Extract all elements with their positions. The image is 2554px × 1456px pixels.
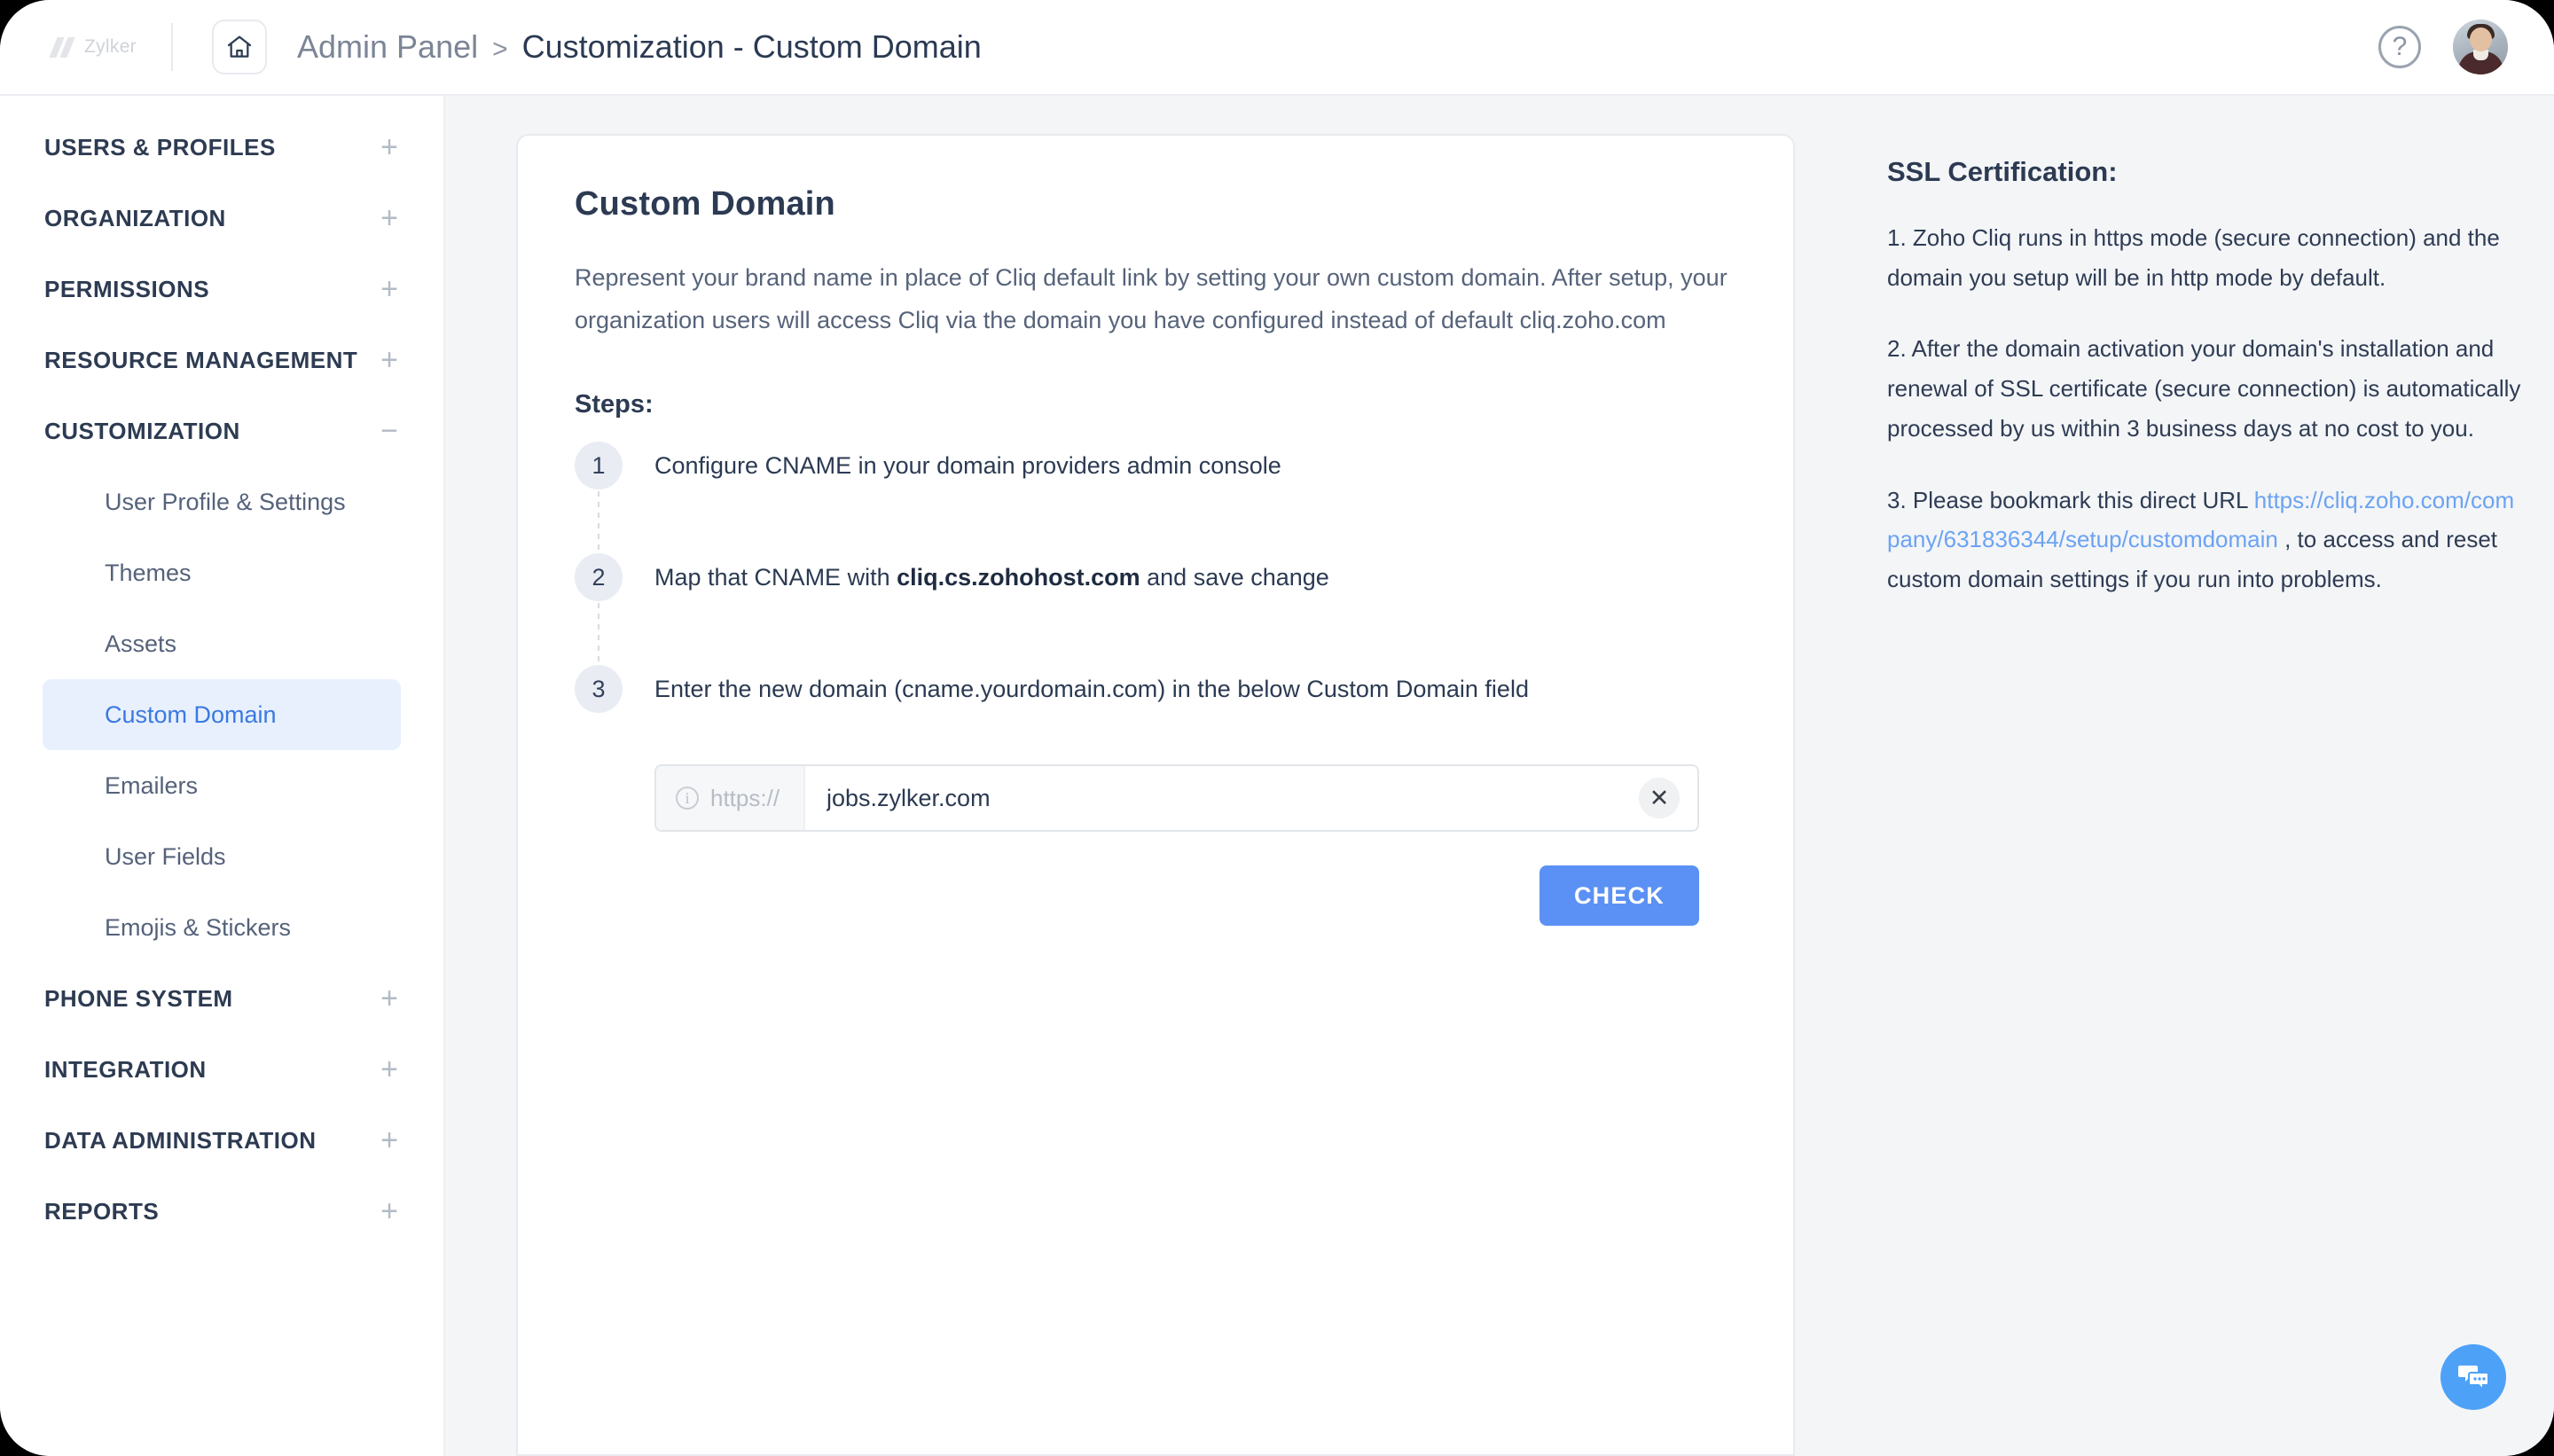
- check-button[interactable]: CHECK: [1539, 865, 1699, 926]
- sidebar-item-themes[interactable]: Themes: [43, 537, 401, 608]
- sidebar-group-customization[interactable]: CUSTOMIZATION −: [0, 395, 443, 466]
- help-circle-icon[interactable]: ?: [2378, 26, 2421, 68]
- sidebar: USERS & PROFILES + ORGANIZATION + PERMIS…: [0, 96, 445, 1456]
- custom-domain-card: Custom Domain Represent your brand name …: [516, 134, 1795, 1456]
- plus-icon: +: [378, 1196, 401, 1226]
- top-bar: Zylker Admin Panel > Customization - Cus…: [0, 0, 2554, 96]
- sidebar-group-permissions[interactable]: PERMISSIONS +: [0, 254, 443, 325]
- step-row: 1 Configure CNAME in your domain provide…: [575, 442, 1736, 553]
- ssl-certification-panel: SSL Certification: 1. Zoho Cliq runs in …: [1887, 156, 2554, 631]
- step-text: Configure CNAME in your domain providers…: [654, 442, 1281, 489]
- breadcrumb-separator: >: [492, 35, 508, 65]
- sidebar-item-label: User Profile & Settings: [105, 489, 346, 516]
- sidebar-group-label: PERMISSIONS: [44, 276, 209, 303]
- sidebar-item-label: User Fields: [105, 843, 226, 871]
- step-row: 3 Enter the new domain (cname.yourdomain…: [575, 665, 1736, 727]
- step-cname-value: cliq.cs.zohohost.com: [897, 564, 1140, 591]
- sidebar-group-label: REPORTS: [44, 1198, 159, 1225]
- ssl-item-3: 3. Please bookmark this direct URL https…: [1887, 481, 2526, 599]
- step-number-badge: 1: [575, 442, 623, 489]
- plus-icon: +: [378, 132, 401, 162]
- steps-list: 1 Configure CNAME in your domain provide…: [575, 442, 1736, 727]
- sidebar-item-label: Emailers: [105, 772, 198, 800]
- sidebar-item-emojis-stickers[interactable]: Emojis & Stickers: [43, 892, 401, 963]
- plus-icon: +: [378, 1054, 401, 1084]
- sidebar-item-label: Custom Domain: [105, 701, 277, 729]
- sidebar-group-label: DATA ADMINISTRATION: [44, 1127, 317, 1155]
- step-number-badge: 3: [575, 665, 623, 713]
- breadcrumb-admin-panel[interactable]: Admin Panel: [297, 28, 478, 66]
- sidebar-group-resource-management[interactable]: RESOURCE MANAGEMENT +: [0, 325, 443, 395]
- sidebar-group-integration[interactable]: INTEGRATION +: [0, 1034, 443, 1105]
- check-button-row: CHECK: [654, 865, 1699, 926]
- breadcrumb-current: Customization - Custom Domain: [522, 28, 982, 66]
- sidebar-group-label: INTEGRATION: [44, 1056, 207, 1084]
- step-text: Enter the new domain (cname.yourdomain.c…: [654, 665, 1529, 713]
- step-text-after: and save change: [1140, 564, 1329, 591]
- step-text: Map that CNAME with cliq.cs.zohohost.com…: [654, 553, 1329, 601]
- avatar-face: [2470, 27, 2492, 51]
- sidebar-item-custom-domain[interactable]: Custom Domain: [43, 679, 401, 750]
- step-connector-line: [598, 603, 599, 665]
- topbar-divider: [171, 23, 173, 71]
- sidebar-item-assets[interactable]: Assets: [43, 608, 401, 679]
- sidebar-item-label: Assets: [105, 630, 176, 658]
- sidebar-group-data-administration[interactable]: DATA ADMINISTRATION +: [0, 1105, 443, 1176]
- home-icon: [224, 33, 255, 61]
- sidebar-group-phone-system[interactable]: PHONE SYSTEM +: [0, 963, 443, 1034]
- brand-name: Zylker: [84, 36, 137, 58]
- sidebar-item-user-fields[interactable]: User Fields: [43, 821, 401, 892]
- info-icon: i: [676, 787, 699, 810]
- sidebar-group-label: CUSTOMIZATION: [44, 418, 240, 445]
- step-number-badge: 2: [575, 553, 623, 601]
- home-button[interactable]: [212, 20, 267, 74]
- user-avatar[interactable]: [2453, 20, 2508, 74]
- sidebar-item-user-profile-settings[interactable]: User Profile & Settings: [43, 466, 401, 537]
- field-prefix: i https://: [656, 766, 805, 830]
- plus-icon: +: [378, 203, 401, 233]
- custom-domain-field-wrapper: i https:// ✕ CHECK: [654, 764, 1736, 926]
- ssl-item-2: 2. After the domain activation your doma…: [1887, 329, 2526, 448]
- clear-icon[interactable]: ✕: [1639, 778, 1680, 818]
- step-connector-line: [598, 491, 599, 553]
- sidebar-item-label: Themes: [105, 560, 192, 587]
- sidebar-group-label: PHONE SYSTEM: [44, 985, 233, 1013]
- https-prefix-label: https://: [710, 785, 780, 812]
- chat-widget-button[interactable]: [2440, 1344, 2506, 1410]
- steps-heading: Steps:: [575, 390, 1736, 419]
- sidebar-group-reports[interactable]: REPORTS +: [0, 1176, 443, 1247]
- sidebar-item-emailers[interactable]: Emailers: [43, 750, 401, 821]
- ssl-item-1: 1. Zoho Cliq runs in https mode (secure …: [1887, 218, 2526, 297]
- ssl-item-3-before: 3. Please bookmark this direct URL: [1887, 487, 2254, 513]
- sidebar-item-label: Emojis & Stickers: [105, 914, 291, 942]
- ssl-panel-title: SSL Certification:: [1887, 156, 2526, 188]
- content-area: Custom Domain Represent your brand name …: [445, 96, 2554, 1456]
- app-window: Zylker Admin Panel > Customization - Cus…: [0, 0, 2554, 1456]
- custom-domain-field[interactable]: i https:// ✕: [654, 764, 1699, 832]
- page-description: Represent your brand name in place of Cl…: [575, 256, 1736, 341]
- custom-domain-input[interactable]: [805, 785, 1639, 812]
- brand-logo[interactable]: Zylker: [0, 36, 164, 58]
- sidebar-group-label: USERS & PROFILES: [44, 134, 276, 161]
- chat-bubbles-icon: [2456, 1360, 2491, 1394]
- plus-icon: +: [378, 1125, 401, 1155]
- sidebar-group-organization[interactable]: ORGANIZATION +: [0, 183, 443, 254]
- zylker-logo-icon: [51, 37, 74, 58]
- page-title: Custom Domain: [575, 185, 1736, 223]
- minus-icon: −: [378, 416, 401, 446]
- plus-icon: +: [378, 274, 401, 304]
- sidebar-group-label: ORGANIZATION: [44, 205, 226, 232]
- plus-icon: +: [378, 983, 401, 1014]
- sidebar-group-label: RESOURCE MANAGEMENT: [44, 347, 357, 374]
- topbar-actions: ?: [2378, 20, 2554, 74]
- breadcrumb: Admin Panel > Customization - Custom Dom…: [297, 28, 2378, 66]
- step-row: 2 Map that CNAME with cliq.cs.zohohost.c…: [575, 553, 1736, 665]
- sidebar-group-users-profiles[interactable]: USERS & PROFILES +: [0, 112, 443, 183]
- step-text-before: Map that CNAME with: [654, 564, 897, 591]
- plus-icon: +: [378, 345, 401, 375]
